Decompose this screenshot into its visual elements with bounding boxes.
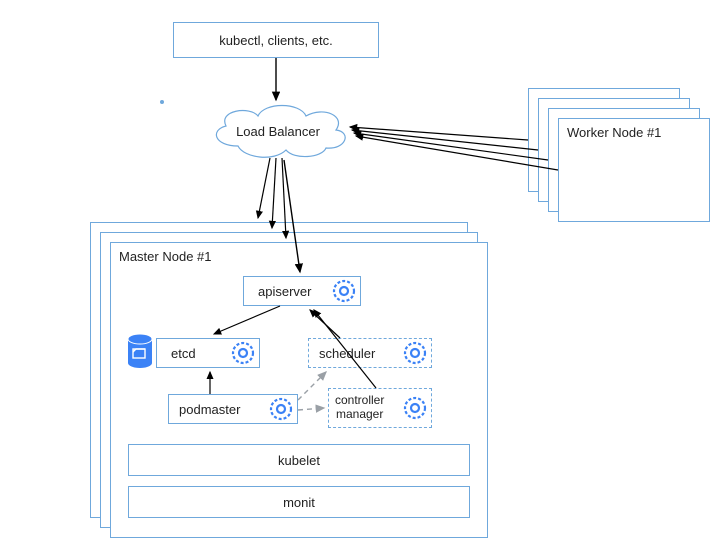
- gear-icon: [403, 396, 427, 420]
- gear-icon: [403, 341, 427, 365]
- monit-label: monit: [283, 495, 315, 510]
- scheduler-label: scheduler: [319, 346, 375, 361]
- controller-manager-label: controller manager: [335, 394, 384, 422]
- clients-label: kubectl, clients, etc.: [219, 33, 332, 48]
- worker-node-stack-1: Worker Node #1: [558, 118, 710, 222]
- monit-box: monit: [128, 486, 470, 518]
- apiserver-label: apiserver: [258, 284, 311, 299]
- podmaster-label: podmaster: [179, 402, 240, 417]
- master-node-title: Master Node #1: [119, 249, 212, 264]
- gear-icon: [269, 397, 293, 421]
- kubelet-label: kubelet: [278, 453, 320, 468]
- database-icon: [126, 333, 154, 369]
- decorative-dot: [160, 100, 164, 104]
- gear-icon: [332, 279, 356, 303]
- worker-node-title: Worker Node #1: [567, 125, 661, 140]
- etcd-label: etcd: [171, 346, 196, 361]
- kubelet-box: kubelet: [128, 444, 470, 476]
- load-balancer-cloud: Load Balancer: [204, 102, 352, 160]
- gear-icon: [231, 341, 255, 365]
- clients-box: kubectl, clients, etc.: [173, 22, 379, 58]
- load-balancer-label: Load Balancer: [204, 102, 352, 160]
